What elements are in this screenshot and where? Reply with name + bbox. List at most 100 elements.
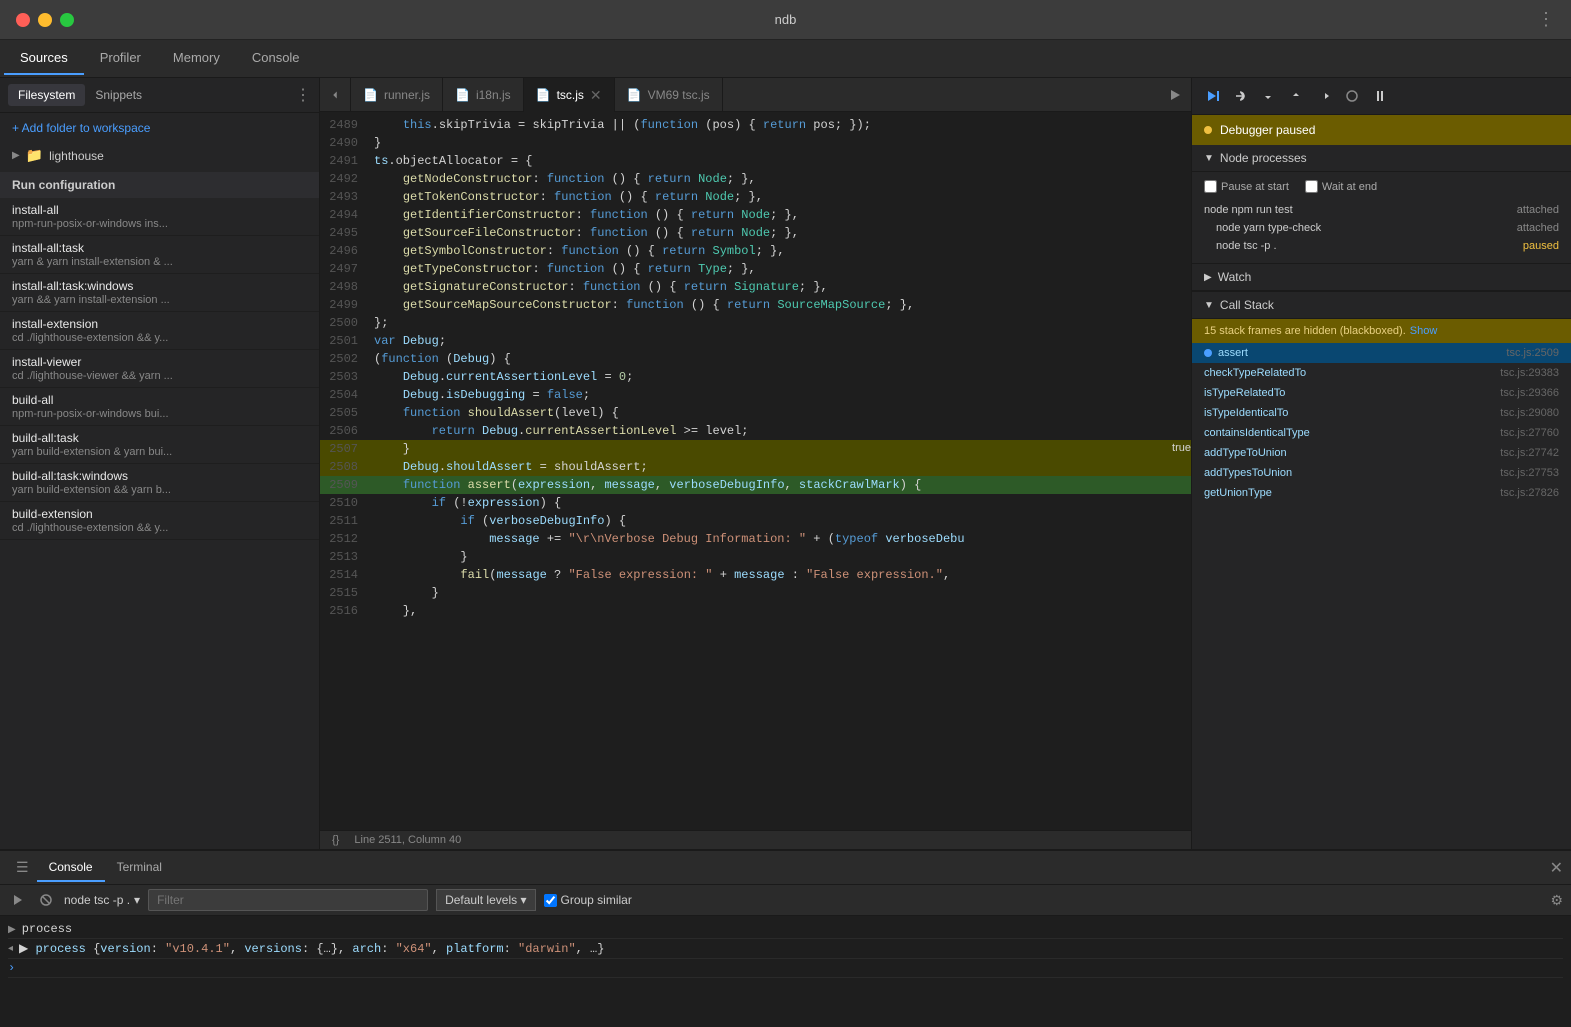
file-tab-label-runner: runner.js xyxy=(384,88,430,102)
stack-frame-5[interactable]: addTypeToUnion tsc.js:27742 xyxy=(1192,443,1571,463)
console-settings-icon[interactable]: ⚙ xyxy=(1550,892,1563,909)
bottom-panel-close-icon[interactable]: ✕ xyxy=(1550,858,1563,878)
file-tab-tsc[interactable]: 📄 tsc.js ✕ xyxy=(524,78,615,112)
tab-memory[interactable]: Memory xyxy=(157,42,236,75)
console-prompt-row[interactable]: › xyxy=(8,959,1563,978)
maximize-button[interactable] xyxy=(60,13,74,27)
process-item-0[interactable]: node npm run test attached xyxy=(1204,201,1559,219)
run-item-name-3: install-extension xyxy=(12,317,307,331)
sidebar-tab-filesystem[interactable]: Filesystem xyxy=(8,84,85,106)
file-tab-runner[interactable]: 📄 runner.js xyxy=(351,78,443,112)
bottom-tab-console[interactable]: Console xyxy=(37,854,105,882)
console-level-select[interactable]: Default levels ▾ xyxy=(436,889,535,911)
tab-sources[interactable]: Sources xyxy=(4,42,84,75)
show-blackboxed-link[interactable]: Show xyxy=(1410,325,1438,337)
wait-at-end-option[interactable]: Wait at end xyxy=(1305,180,1377,193)
frame-name-5: addTypeToUnion xyxy=(1204,447,1287,459)
console-run-button[interactable] xyxy=(8,890,28,910)
pause-at-start-option[interactable]: Pause at start xyxy=(1204,180,1289,193)
console-target-selector[interactable]: node tsc -p . ▾ xyxy=(64,893,140,907)
console-target-label: node tsc -p . xyxy=(64,893,130,907)
stack-frame-0[interactable]: assert tsc.js:2509 xyxy=(1192,343,1571,363)
minimize-button[interactable] xyxy=(38,13,52,27)
bottom-panel-menu-icon[interactable]: ☰ xyxy=(8,859,37,876)
step-over-button[interactable] xyxy=(1228,84,1252,108)
run-item-cmd-7: yarn build-extension && yarn b... xyxy=(12,484,307,496)
run-item-3[interactable]: install-extension cd ./lighthouse-extens… xyxy=(0,312,319,350)
console-row-0[interactable]: ▶ process xyxy=(8,920,1563,939)
file-tab-close-tsc[interactable]: ✕ xyxy=(590,88,602,102)
run-item-2[interactable]: install-all:task:windows yarn && yarn in… xyxy=(0,274,319,312)
console-filter-input[interactable] xyxy=(148,889,428,911)
expand-icon-1: ◂ xyxy=(8,943,13,955)
resume-button[interactable] xyxy=(1200,84,1224,108)
stack-frame-3[interactable]: isTypeIdenticalTo tsc.js:29080 xyxy=(1192,403,1571,423)
sidebar-tab-snippets[interactable]: Snippets xyxy=(85,84,152,106)
process-item-2[interactable]: node tsc -p . paused xyxy=(1204,237,1559,255)
pause-on-exceptions-button[interactable] xyxy=(1368,84,1392,108)
editor-nav-back[interactable] xyxy=(320,78,351,112)
stack-frame-2[interactable]: isTypeRelatedTo tsc.js:29366 xyxy=(1192,383,1571,403)
right-panel: Debugger paused ▼ Node processes Pause a… xyxy=(1191,78,1571,849)
code-line-2508: 2508 Debug.shouldAssert = shouldAssert; xyxy=(320,458,1191,476)
run-item-8[interactable]: build-extension cd ./lighthouse-extensio… xyxy=(0,502,319,540)
process-status-1: attached xyxy=(1517,222,1559,234)
main-tab-bar: Sources Profiler Memory Console xyxy=(0,40,1571,78)
run-item-cmd-5: npm-run-posix-or-windows bui... xyxy=(12,408,307,420)
stack-frame-7[interactable]: getUnionType tsc.js:27826 xyxy=(1192,483,1571,503)
frame-name-6: addTypesToUnion xyxy=(1204,467,1292,479)
node-processes-header[interactable]: ▼ Node processes xyxy=(1192,145,1571,172)
call-stack-header[interactable]: ▼ Call Stack xyxy=(1192,292,1571,319)
run-item-1[interactable]: install-all:task yarn & yarn install-ext… xyxy=(0,236,319,274)
more-options-icon[interactable]: ⋮ xyxy=(1537,9,1555,30)
run-item-cmd-0: npm-run-posix-or-windows ins... xyxy=(12,218,307,230)
deactivate-breakpoints-button[interactable] xyxy=(1340,84,1364,108)
code-line-2514: 2514 fail(message ? "False expression: "… xyxy=(320,566,1191,584)
frame-location-4: tsc.js:27760 xyxy=(1500,427,1559,439)
console-row-1[interactable]: ◂ ▶ process {version: "v10.4.1", version… xyxy=(8,939,1563,959)
run-item-name-5: build-all xyxy=(12,393,307,407)
run-item-cmd-2: yarn && yarn install-extension ... xyxy=(12,294,307,306)
stack-frame-6[interactable]: addTypesToUnion tsc.js:27753 xyxy=(1192,463,1571,483)
group-similar-option[interactable]: Group similar xyxy=(544,893,632,907)
code-line-2503: 2503 Debug.currentAssertionLevel = 0; xyxy=(320,368,1191,386)
console-level-chevron-icon: ▾ xyxy=(520,893,526,907)
file-tab-vm69[interactable]: 📄 VM69 tsc.js xyxy=(615,78,723,112)
code-lines[interactable]: 2489 this.skipTrivia = skipTrivia || (fu… xyxy=(320,112,1191,830)
code-line-2499: 2499 getSourceMapSourceConstructor: func… xyxy=(320,296,1191,314)
sidebar-tab-bar: Filesystem Snippets ⋮ xyxy=(0,78,319,113)
tab-profiler[interactable]: Profiler xyxy=(84,42,157,75)
folder-name: lighthouse xyxy=(49,149,104,163)
frame-name-0: assert xyxy=(1218,347,1248,359)
tab-console[interactable]: Console xyxy=(236,42,316,75)
step-into-button[interactable] xyxy=(1256,84,1280,108)
group-similar-checkbox[interactable] xyxy=(544,894,557,907)
file-tab-i18n[interactable]: 📄 i18n.js xyxy=(443,78,524,112)
run-item-5[interactable]: build-all npm-run-posix-or-windows bui..… xyxy=(0,388,319,426)
run-item-4[interactable]: install-viewer cd ./lighthouse-viewer &&… xyxy=(0,350,319,388)
pause-at-start-checkbox[interactable] xyxy=(1204,180,1217,193)
sidebar-more-icon[interactable]: ⋮ xyxy=(295,85,311,105)
close-button[interactable] xyxy=(16,13,30,27)
code-line-2512: 2512 message += "\r\nVerbose Debug Infor… xyxy=(320,530,1191,548)
run-item-6[interactable]: build-all:task yarn build-extension & ya… xyxy=(0,426,319,464)
app-title: ndb xyxy=(775,12,797,27)
code-editor: 2489 this.skipTrivia = skipTrivia || (fu… xyxy=(320,112,1191,849)
stack-frame-4[interactable]: containsIdenticalType tsc.js:27760 xyxy=(1192,423,1571,443)
stack-frame-1[interactable]: checkTypeRelatedTo tsc.js:29383 xyxy=(1192,363,1571,383)
step-button[interactable] xyxy=(1312,84,1336,108)
editor-run-button[interactable] xyxy=(1159,78,1191,112)
run-item-7[interactable]: build-all:task:windows yarn build-extens… xyxy=(0,464,319,502)
folder-lighthouse[interactable]: ▶ 📁 lighthouse xyxy=(0,143,319,168)
process-item-1[interactable]: node yarn type-check attached xyxy=(1204,219,1559,237)
pause-at-start-label: Pause at start xyxy=(1221,181,1289,193)
code-line-2496: 2496 getSymbolConstructor: function () {… xyxy=(320,242,1191,260)
run-item-0[interactable]: install-all npm-run-posix-or-windows ins… xyxy=(0,198,319,236)
step-out-button[interactable] xyxy=(1284,84,1308,108)
bottom-tab-terminal[interactable]: Terminal xyxy=(105,854,174,882)
wait-at-end-checkbox[interactable] xyxy=(1305,180,1318,193)
watch-header[interactable]: ▶ Watch xyxy=(1192,264,1571,291)
add-folder-button[interactable]: + Add folder to workspace xyxy=(0,113,319,143)
code-line-2490: 2490 } xyxy=(320,134,1191,152)
console-stop-button[interactable] xyxy=(36,890,56,910)
